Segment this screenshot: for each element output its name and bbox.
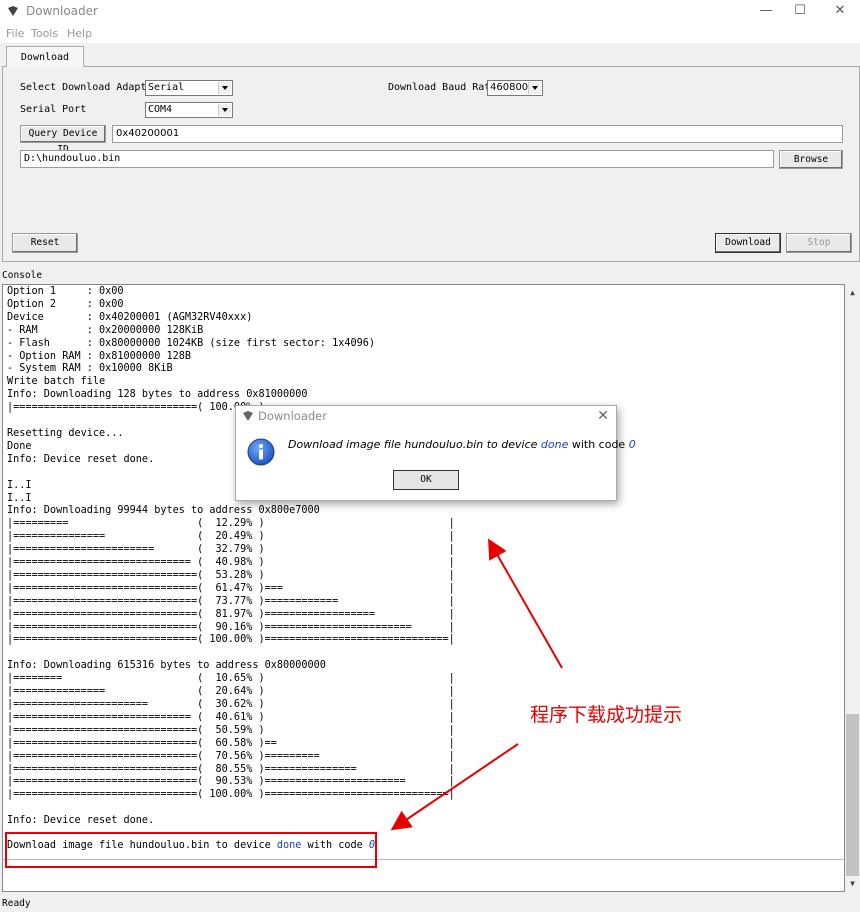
annotation-arrows [390, 538, 563, 831]
arrow-up-icon [488, 538, 563, 669]
arrow-down-icon [390, 743, 519, 831]
